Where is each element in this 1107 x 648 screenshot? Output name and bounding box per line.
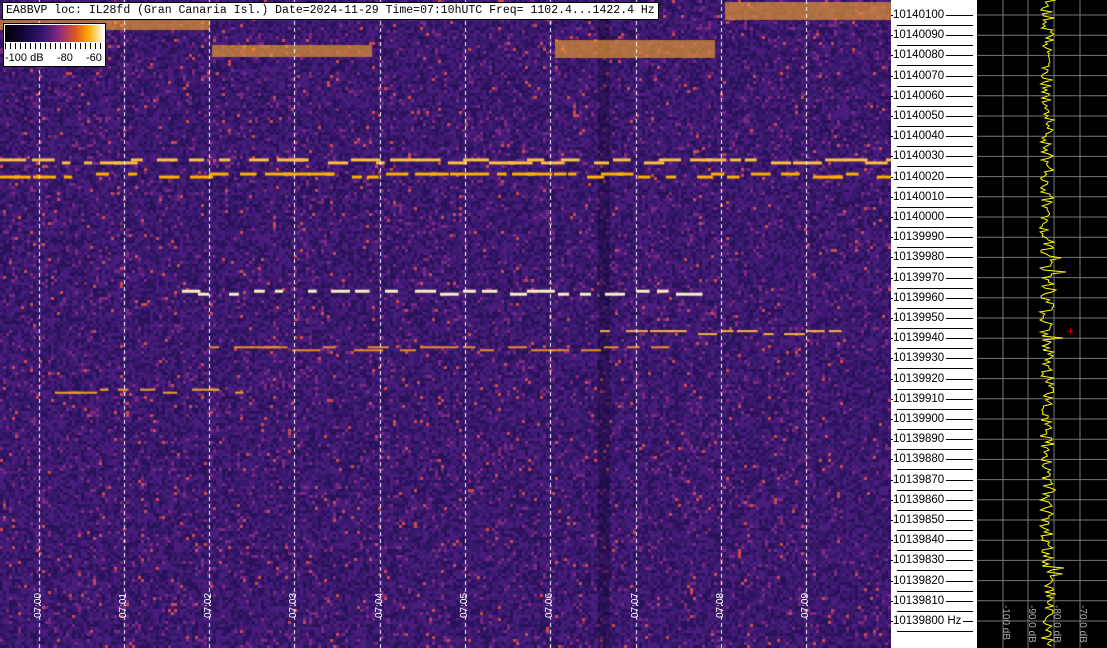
colorbar-label-min: -100 dB	[5, 52, 44, 64]
frequency-tick-label: 10139830	[893, 554, 947, 567]
time-tick-label: 07:00	[32, 592, 44, 618]
frequency-minor-tick	[897, 509, 973, 511]
frequency-tick-label: 10140070	[893, 69, 947, 82]
frequency-minor-tick	[897, 550, 973, 552]
frequency-minor-tick	[897, 449, 973, 451]
time-tick-label: 07:06	[544, 592, 556, 618]
frequency-tick-label: 10139930	[893, 352, 947, 365]
frequency-minor-tick	[897, 530, 973, 531]
frequency-tick-label: 10139820	[893, 574, 947, 587]
spectrum-db-label: -80.0 dB	[1051, 605, 1063, 643]
peak-marker: +	[1067, 324, 1074, 338]
waterfall-spectrogram	[0, 0, 891, 648]
frequency-tick-label: 10139840	[893, 534, 947, 547]
time-tick-label: 07:03	[288, 592, 300, 618]
time-tick-label: 07:08	[714, 592, 726, 618]
colorbar-ticks	[5, 43, 104, 49]
spectrum-db-label: -70.0 dB	[1077, 605, 1089, 643]
frequency-minor-tick	[897, 247, 973, 249]
frequency-minor-tick	[897, 328, 973, 329]
spectrum-db-label: -90.0 dB	[1025, 605, 1037, 643]
frequency-minor-tick	[897, 146, 973, 148]
frequency-minor-tick	[897, 590, 973, 592]
frequency-minor-tick	[897, 126, 973, 127]
frequency-tick-label: 10140030	[893, 150, 947, 163]
frequency-minor-tick	[897, 368, 973, 370]
spectrum-panel: + -100 dB -90.0 dB -80.0 dB -70.0 dB	[977, 0, 1107, 648]
frequency-minor-tick	[897, 570, 973, 572]
frequency-tick-label: 10139960	[893, 291, 947, 304]
colorbar-gradient	[5, 25, 104, 42]
frequency-tick-label: 10140060	[893, 89, 947, 102]
frequency-tick-label: 10139800 Hz	[893, 615, 964, 627]
spectrum-plot: +	[977, 0, 1107, 648]
frequency-minor-tick	[897, 631, 973, 632]
spectrum-trace	[1038, 0, 1066, 647]
frequency-minor-tick	[897, 610, 973, 612]
frequency-tick-label: 10140010	[893, 190, 947, 203]
frequency-axis: 10140100 10140090 10140080 10140070 10140060…	[891, 0, 975, 648]
frequency-tick-label: 10139900	[893, 413, 947, 425]
time-tick-label: 07:01	[117, 592, 129, 618]
frequency-tick-label: 10139980	[893, 251, 947, 264]
frequency-minor-tick	[897, 388, 973, 390]
frequency-tick-label: 10139870	[893, 473, 947, 486]
frequency-tick-label: 10140050	[893, 110, 947, 122]
time-tick-label: 07:07	[629, 592, 641, 618]
frequency-tick-label: 10140040	[893, 130, 947, 143]
colorbar-label-max: -60	[86, 52, 102, 64]
frequency-minor-tick	[897, 85, 973, 87]
frequency-minor-tick	[897, 408, 973, 410]
frequency-tick-label: 10140090	[893, 29, 947, 42]
colorbar-label-mid: -80	[57, 52, 73, 64]
frequency-minor-tick	[897, 227, 973, 228]
frequency-minor-tick	[897, 267, 973, 269]
time-tick-label: 07:02	[203, 592, 215, 618]
colorbar-legend: -100 dB -80 -60	[3, 23, 106, 67]
frequency-minor-tick	[897, 429, 973, 430]
frequency-minor-tick	[897, 287, 973, 289]
frequency-tick-label: 10139810	[893, 594, 947, 607]
frequency-tick-label: 10140020	[893, 170, 947, 183]
time-tick-label: 07:05	[459, 592, 470, 618]
frequency-tick-label: 10139880	[893, 453, 947, 466]
frequency-minor-tick	[897, 469, 973, 471]
frequency-minor-tick	[897, 45, 973, 47]
frequency-minor-tick	[897, 489, 973, 491]
grabber-title: EA8BVP loc: IL28fd (Gran Canaria Isl.) D…	[2, 2, 659, 20]
time-tick-label: 07:04	[373, 592, 385, 618]
frequency-tick-label: 10139950	[893, 312, 947, 324]
frequency-minor-tick	[897, 25, 973, 26]
frequency-tick-label: 10139850	[893, 514, 947, 526]
grabber-view: 07:00 07:01 07:02 07:03 07:04 07:05 07:06 07:07…	[0, 0, 1107, 648]
frequency-minor-tick	[897, 166, 973, 168]
frequency-minor-tick	[897, 65, 973, 67]
frequency-minor-tick	[897, 348, 973, 350]
frequency-tick-label: 10139910	[893, 392, 947, 405]
frequency-tick-label: 10140000	[893, 211, 947, 223]
frequency-minor-tick	[897, 105, 973, 107]
frequency-tick-label: 10139940	[893, 332, 947, 345]
frequency-minor-tick	[897, 307, 973, 309]
frequency-tick-label: 10139970	[893, 271, 947, 284]
frequency-tick-label: 10139990	[893, 231, 947, 244]
frequency-tick-label: 10139920	[893, 372, 947, 385]
frequency-tick-label: 10139890	[893, 433, 947, 446]
spectrum-db-label: -100 dB	[1000, 605, 1011, 641]
frequency-minor-tick	[897, 206, 973, 208]
frequency-tick-label: 10139860	[893, 493, 947, 506]
frequency-minor-tick	[897, 186, 973, 188]
frequency-tick-label: 10140080	[893, 49, 947, 62]
time-tick-label: 07:09	[800, 592, 812, 618]
frequency-tick-label: 10140100	[893, 9, 947, 21]
